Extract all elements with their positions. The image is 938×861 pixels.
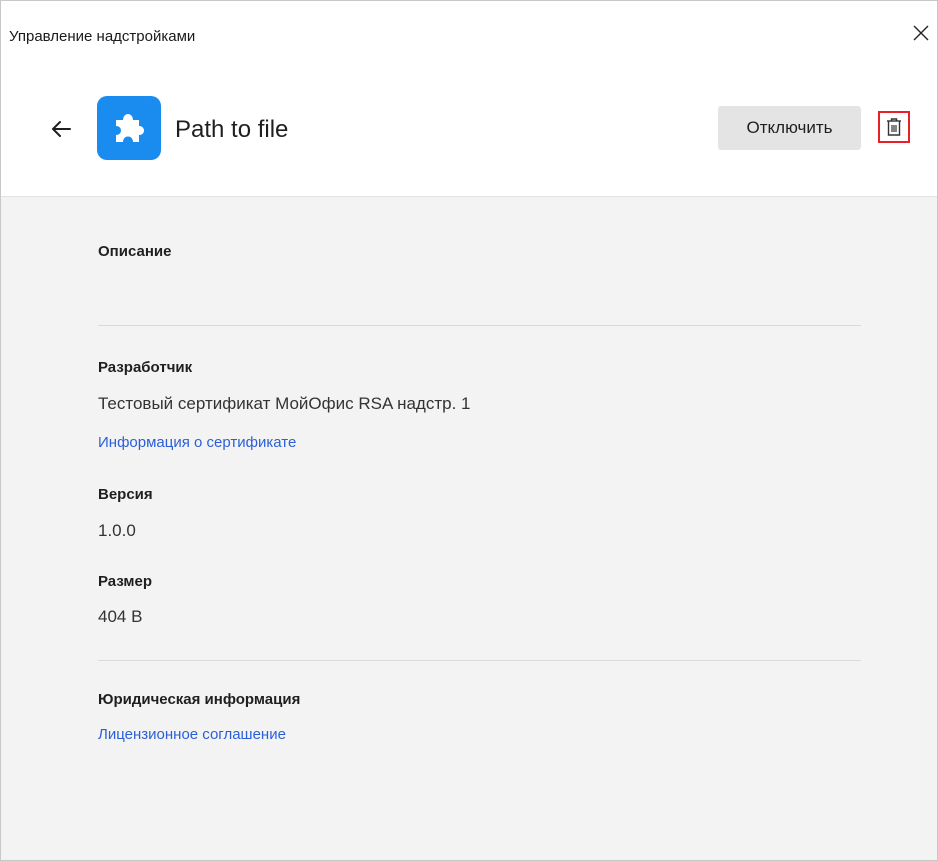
trash-icon: [887, 118, 901, 136]
size-heading: Размер: [98, 573, 153, 590]
arrow-left-icon: [52, 121, 71, 137]
description-heading: Описание: [98, 243, 172, 260]
back-button[interactable]: [47, 115, 75, 143]
addon-title: Path to file: [175, 116, 289, 143]
divider: [98, 325, 861, 326]
developer-heading: Разработчик: [98, 359, 193, 376]
license-agreement-link[interactable]: Лицензионное соглашение: [98, 726, 286, 743]
size-value: 404 B: [98, 607, 143, 626]
window-title: Управление надстройками: [9, 28, 196, 45]
delete-button[interactable]: [878, 111, 910, 143]
version-heading: Версия: [98, 486, 153, 503]
puzzle-icon: [116, 114, 144, 142]
addon-header: Path to file Отключить: [1, 61, 937, 197]
addon-manager-window: Управление надстройками Path to file Отк…: [0, 0, 938, 861]
disable-button[interactable]: Отключить: [718, 106, 861, 150]
addon-details: Описание Разработчик Тестовый сертификат…: [1, 197, 937, 860]
title-bar: Управление надстройками: [1, 1, 937, 61]
legal-heading: Юридическая информация: [98, 691, 301, 708]
certificate-info-link[interactable]: Информация о сертификате: [98, 434, 296, 451]
version-value: 1.0.0: [98, 521, 136, 540]
divider: [98, 660, 861, 661]
developer-value: Тестовый сертификат МойОфис RSA надстр. …: [98, 394, 471, 413]
addon-icon: [97, 96, 161, 160]
close-button[interactable]: [907, 19, 935, 47]
close-icon: [913, 25, 929, 41]
